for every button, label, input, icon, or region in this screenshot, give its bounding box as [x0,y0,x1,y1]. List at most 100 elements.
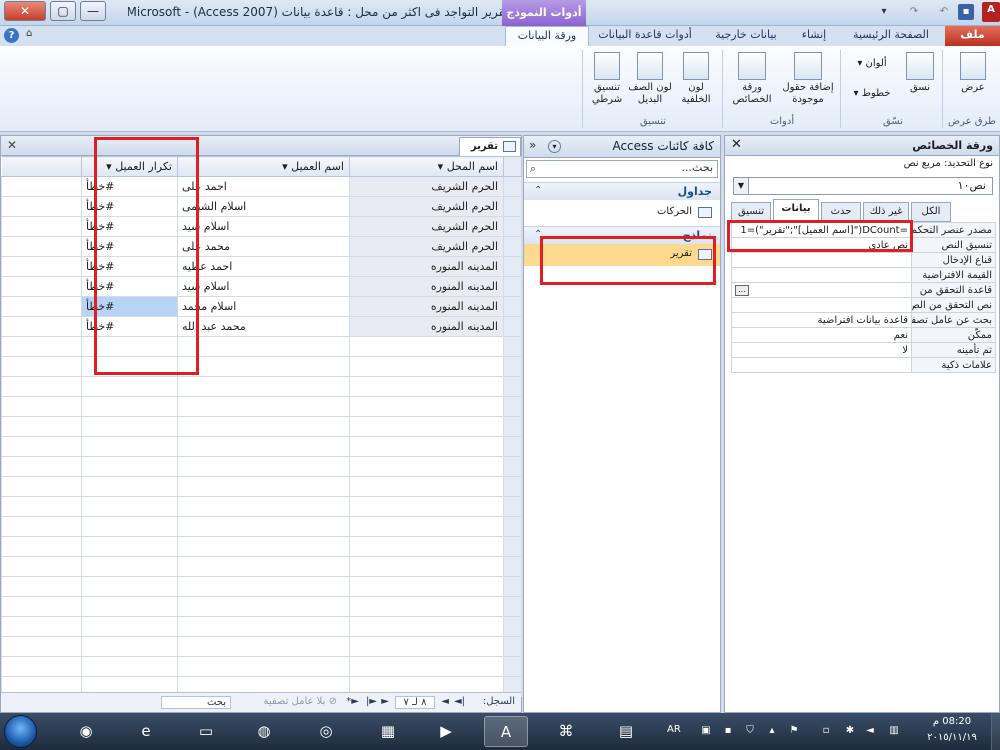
row-selector[interactable] [503,216,522,237]
tab-datasheet[interactable]: ورقة البيانات [505,26,589,46]
window-maximize-button[interactable]: ▢ [50,1,76,21]
nav-pane-title[interactable]: كافة كائنات Access [612,139,714,153]
chrome-icon[interactable]: ◉ [64,716,108,747]
cell-customer[interactable]: اسلام سيد [177,216,350,237]
next-record-button[interactable]: ► [381,696,389,707]
colors-button[interactable]: ألوان ▾ [846,58,898,70]
undo-icon[interactable]: ↶ [936,4,952,20]
table-row[interactable]: المدينه المنوره محمد عبد الله #خطأ [1,316,522,337]
close-document-icon[interactable]: ✕ [7,138,17,152]
table-row[interactable]: الحرم الشريف اسلام سيد #خطأ [1,216,522,237]
column-header-store[interactable]: اسم المحل ▾ [349,156,504,177]
opera-icon[interactable]: ◎ [304,716,348,747]
property-value[interactable] [731,357,912,373]
redo-icon[interactable]: ↷ [906,4,922,20]
alt-row-color-button[interactable]: لون الصف البديل [628,52,672,106]
tray-network-icon[interactable]: ▴ [766,725,778,737]
cell-store[interactable]: الحرم الشريف [349,236,504,257]
property-value[interactable] [731,252,912,268]
first-record-button[interactable]: |◄ [454,696,465,707]
row-selector[interactable] [503,316,522,337]
property-value[interactable]: لا [731,342,912,358]
cell-store[interactable]: الحرم الشريف [349,176,504,197]
cell-store[interactable]: المدينه المنوره [349,276,504,297]
row-selector[interactable] [503,176,522,197]
cell-customer[interactable]: احمد عطيه [177,256,350,277]
explorer-icon[interactable]: ▭ [184,716,228,747]
ptab-all[interactable]: الكل [911,202,951,222]
tab-external-data[interactable]: بيانات خارجية [706,26,786,46]
tray-app-icon[interactable]: ▪ [722,725,734,737]
start-button[interactable] [4,715,37,748]
row-selector[interactable] [503,196,522,217]
cell-customer[interactable]: احمد على [177,176,350,197]
window-close-button[interactable]: ✕ [4,1,46,21]
tray-pdf-icon[interactable]: ▣ [700,725,712,737]
clock-time[interactable]: 08:20 م [917,716,987,727]
cell-customer[interactable]: اسلام الشيمى [177,196,350,217]
ptab-data[interactable]: بيانات [773,199,819,222]
property-row[interactable]: قناع الإدخال [731,252,996,268]
tab-create[interactable]: إنشاء [790,26,838,46]
format-painter-button[interactable]: نسق [900,52,940,94]
row-selector[interactable] [503,256,522,277]
access-icon[interactable]: A [484,716,528,747]
builder-button[interactable]: … [735,284,749,296]
minimize-ribbon-icon[interactable]: ⌂ [26,28,32,39]
search-box[interactable]: بحث [161,696,231,709]
tab-database-tools[interactable]: أدوات قاعدة البيانات [590,26,700,46]
access-logo-icon[interactable]: A [982,2,1000,22]
view-button[interactable]: عرض [952,52,994,94]
paint-icon[interactable]: ▤ [604,716,648,747]
tab-file[interactable]: ملف [945,26,1000,46]
search-icon[interactable]: ⌕ [530,162,536,176]
clock-date[interactable]: ٢٠١٥/١١/١٩ [917,732,987,743]
property-value[interactable]: قاعدة بيانات افتراضية [731,312,912,328]
close-icon[interactable]: ✕ [731,137,742,152]
tray-bluetooth-icon[interactable]: ✱ [844,725,856,737]
tray-message-icon[interactable]: ▫ [820,725,832,737]
table-row[interactable]: المدينه المنوره احمد عطيه #خطأ [1,256,522,277]
volume-icon[interactable]: ◄ [864,725,876,737]
table-row[interactable]: الحرم الشريف اسلام الشيمى #خطأ [1,196,522,217]
ptab-format[interactable]: تنسيق [731,202,771,222]
save-icon[interactable]: ▪ [958,4,974,20]
select-all-cell[interactable] [503,156,522,177]
cell-customer[interactable]: محمد على [177,236,350,257]
cell-store[interactable]: المدينه المنوره [349,256,504,277]
nav-group-tables[interactable]: جداول ⌃ [524,182,720,200]
cell-store[interactable]: الحرم الشريف [349,216,504,237]
property-value[interactable]: … [731,282,912,298]
media-icon[interactable]: ▦ [366,716,410,747]
property-row[interactable]: ممكّن نعم [731,327,996,343]
nav-item-transactions-table[interactable]: الحركات [524,202,720,224]
property-row[interactable]: قاعدة التحقق من… [731,282,996,298]
column-header-customer[interactable]: اسم العميل ▾ [177,156,350,177]
cell-customer[interactable]: اسلام محمد [177,296,350,317]
table-row[interactable]: الحرم الشريف محمد على #خطأ [1,236,522,257]
new-record-button[interactable]: ►* [346,696,359,707]
firefox-icon[interactable]: ◍ [242,716,286,747]
chevron-down-icon[interactable]: ▼ [734,178,749,194]
add-existing-fields-button[interactable]: إضافة حقول موجودة [780,52,836,106]
property-row[interactable]: القيمة الافتراضية [731,267,996,283]
cell-store[interactable]: المدينه المنوره [349,296,504,317]
tab-home[interactable]: الصفحة الرئيسية [842,26,940,46]
tray-shield-icon[interactable]: ⛉ [744,725,756,737]
nav-pane-menu-icon[interactable]: ▾ [548,140,561,153]
ie-icon[interactable]: e [124,716,168,747]
document-tab[interactable]: تقرير [459,137,521,156]
row-selector[interactable] [503,296,522,317]
cell-store[interactable]: الحرم الشريف [349,196,504,217]
property-row[interactable]: تم تأمينه لا [731,342,996,358]
cell-store[interactable]: المدينه المنوره [349,316,504,337]
cell-customer[interactable]: اسلام سيد [177,276,350,297]
vlc-icon[interactable]: ▶ [424,716,468,747]
property-value[interactable] [731,267,912,283]
ptab-event[interactable]: حدث [821,202,861,222]
last-record-button[interactable]: ►| [366,696,377,707]
fonts-button[interactable]: خطوط ▾ [846,88,898,100]
row-selector[interactable] [503,276,522,297]
cell-customer[interactable]: محمد عبد الله [177,316,350,337]
row-selector[interactable] [503,236,522,257]
